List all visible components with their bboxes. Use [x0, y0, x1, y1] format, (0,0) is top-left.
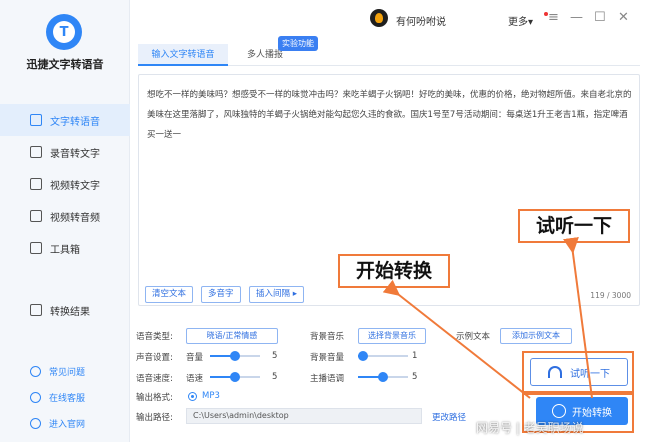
arrow-start [382, 279, 531, 399]
annotation-arrows [382, 237, 593, 399]
watermark: 网易号 | 老吴职场说 [476, 421, 584, 435]
arrow-listen [563, 237, 593, 399]
